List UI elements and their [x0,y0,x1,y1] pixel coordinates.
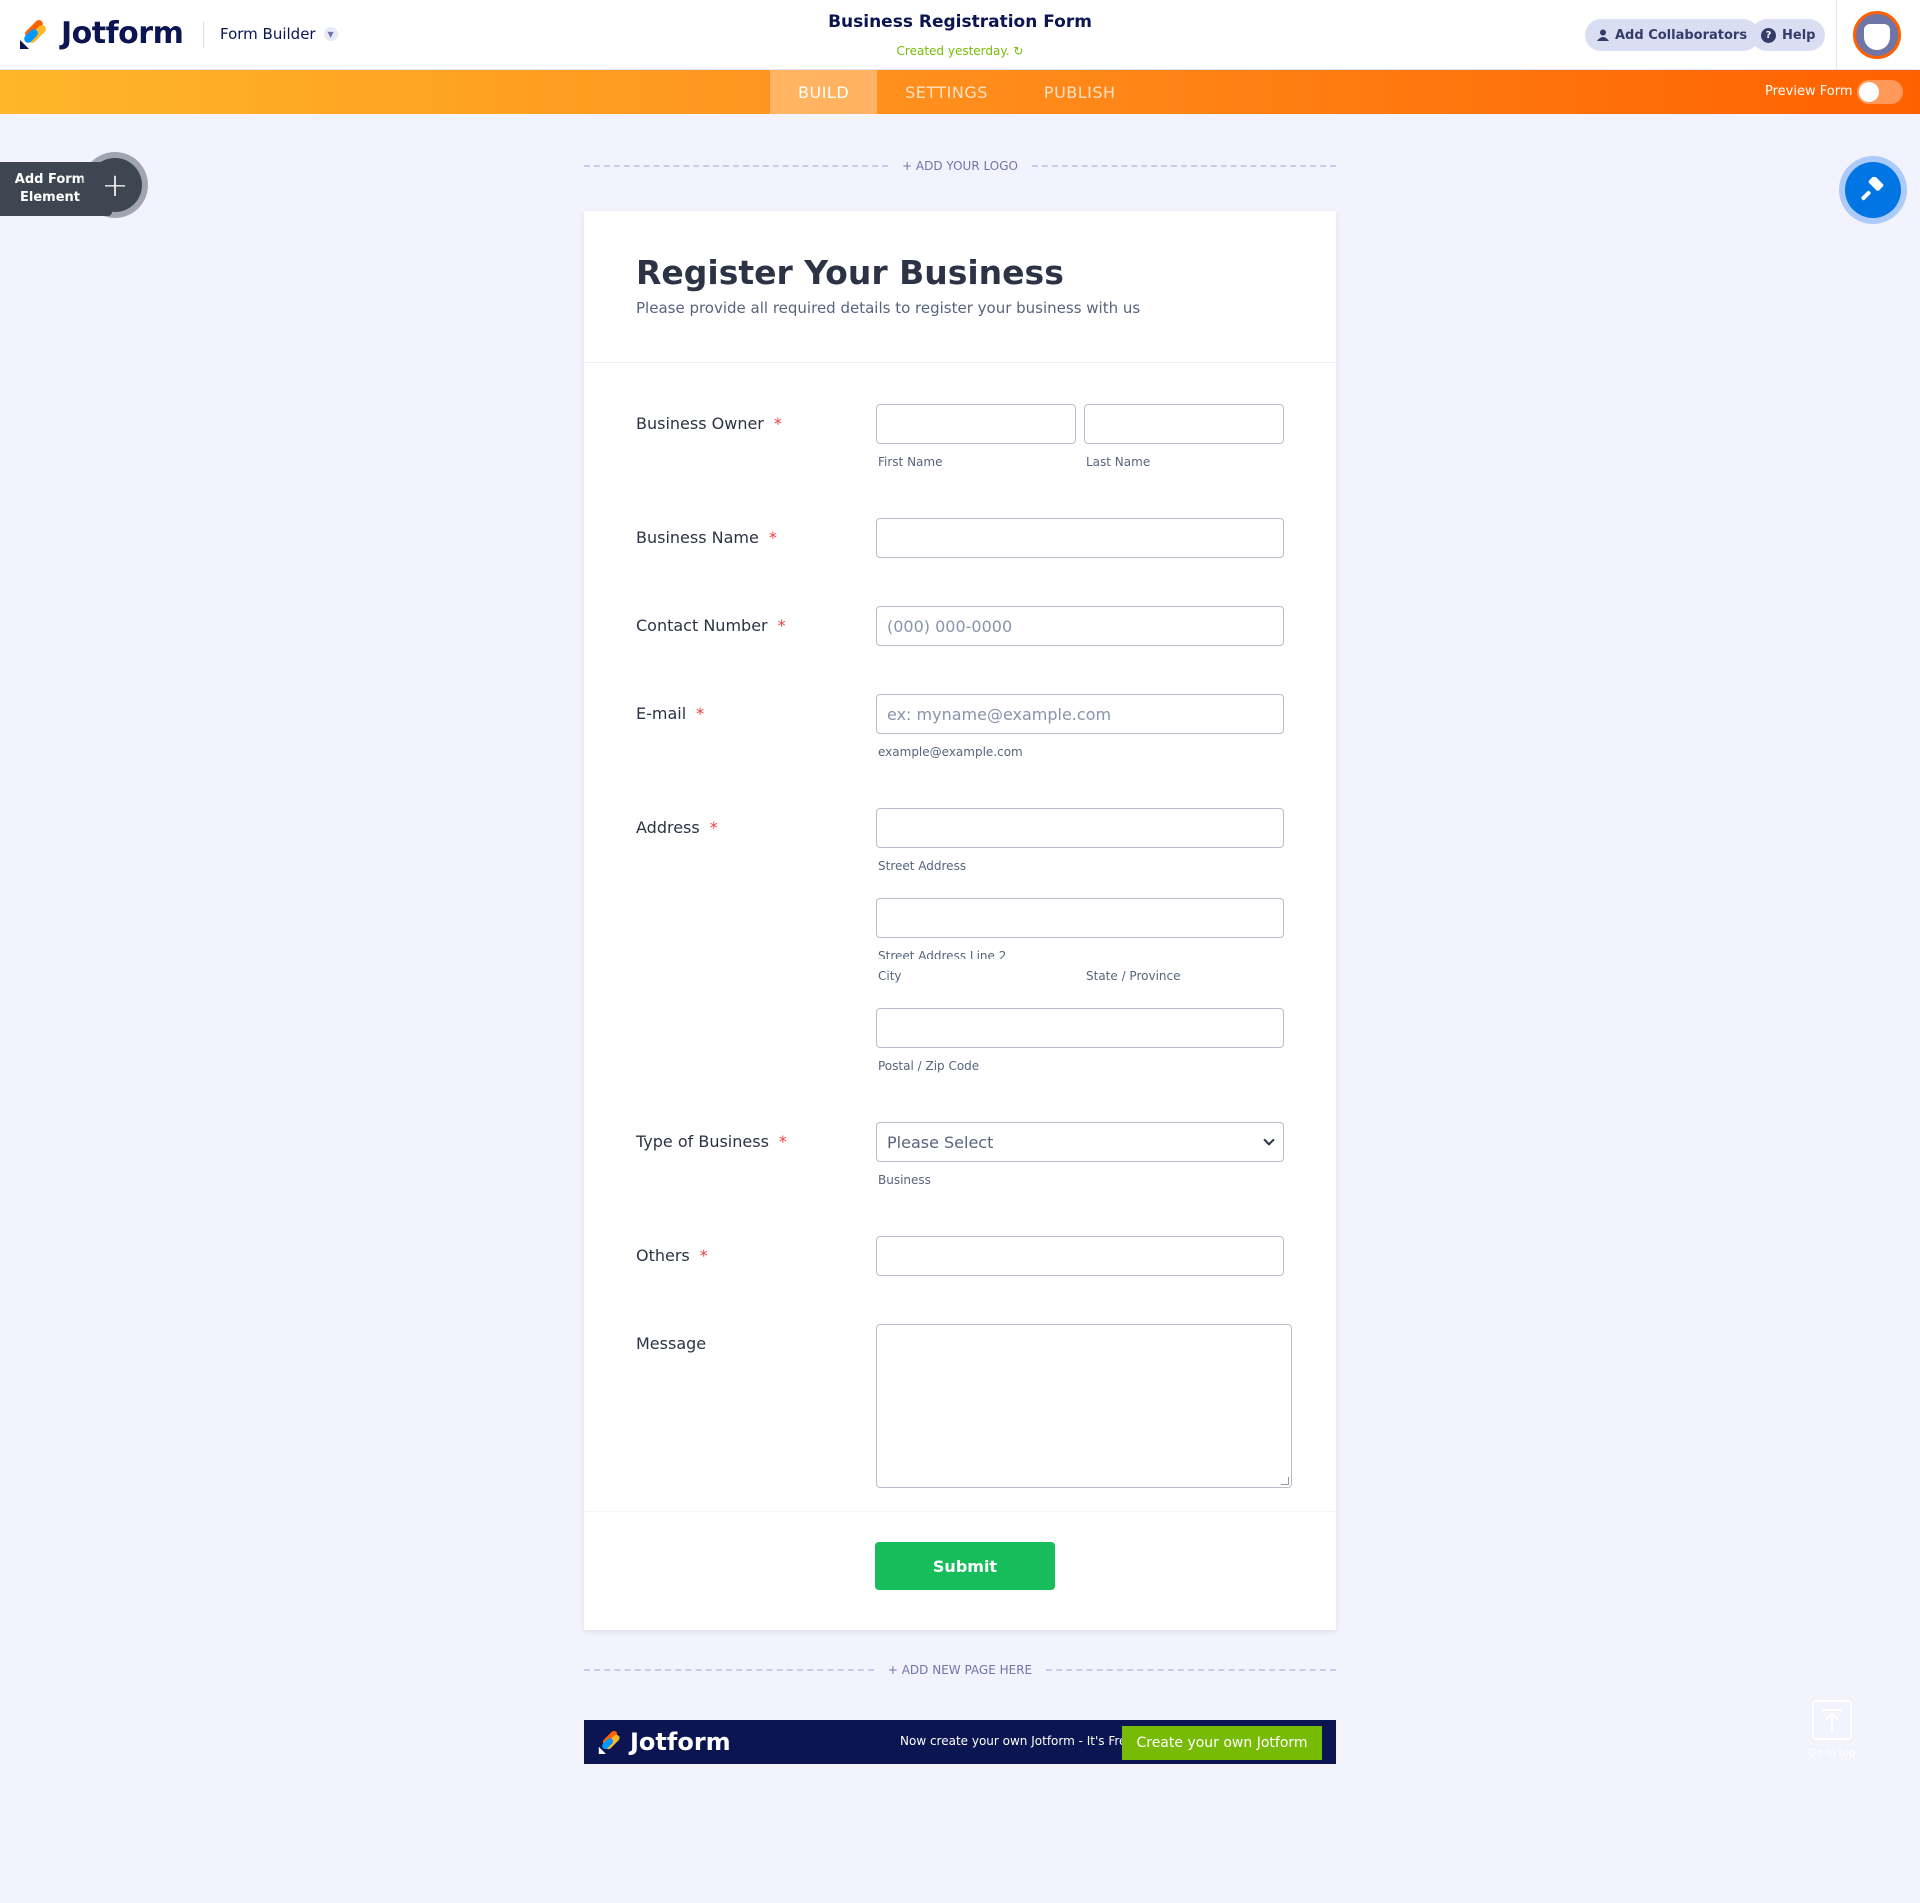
add-page-row: + ADD NEW PAGE HERE [584,1660,1336,1680]
required-asterisk: * [699,1246,708,1265]
required-asterisk: * [709,818,718,837]
postal-code-input[interactable] [876,1008,1284,1048]
add-collaborators-label: Add Collaborators [1615,27,1748,43]
plus-icon: + [88,158,142,212]
business-name-label[interactable]: Business Name * [636,528,777,547]
preview-form-label: Preview Form [1765,84,1853,99]
form-subheading[interactable]: Please provide all required details to r… [636,299,1140,317]
email-sublabel: example@example.com [878,745,1023,759]
business-owner-label[interactable]: Business Owner * [636,414,782,433]
tab-publish[interactable]: PUBLISH [1016,70,1144,114]
banner-brand-name: Jotform [630,1728,731,1756]
address-label-text: Address [636,818,700,837]
form-card: Register Your Business Please provide al… [584,211,1336,1630]
user-icon [1597,29,1609,41]
go-to-top-label: Go to top [1808,1748,1856,1759]
email-label-text: E-mail [636,704,687,723]
address-label[interactable]: Address * [636,818,718,837]
submit-button[interactable]: Submit [875,1542,1055,1590]
contact-number-input[interactable]: (000) 000-0000 [876,606,1284,646]
question-icon: ? [1761,27,1776,43]
add-form-element-label-2: Element [20,190,80,205]
form-heading[interactable]: Register Your Business [636,253,1064,292]
top-header: Jotform Form Builder ▼ Business Registra… [0,0,1920,70]
account-area [1836,0,1920,70]
required-asterisk: * [768,528,777,547]
add-element-circle[interactable]: + [82,152,148,218]
others-label[interactable]: Others * [636,1246,708,1265]
business-type-label[interactable]: Type of Business * [636,1132,787,1151]
required-asterisk: * [777,616,786,635]
banner-text: Now create your own Jotform - It's Free [900,1734,1134,1748]
message-label-text: Message [636,1334,707,1353]
help-button[interactable]: ? Help [1751,19,1826,51]
builder-navbar: BUILD SETTINGS PUBLISH Preview Form [0,70,1920,114]
preview-form-toggle[interactable] [1857,80,1903,104]
city-sublabel: City [878,969,902,983]
message-textarea[interactable] [876,1324,1292,1488]
last-name-input[interactable] [1084,404,1284,444]
message-label[interactable]: Message [636,1334,706,1353]
email-input[interactable]: ex: myname@example.com [876,694,1284,734]
postal-code-sublabel: Postal / Zip Code [878,1059,980,1073]
tab-build[interactable]: BUILD [770,70,878,114]
banner-logo[interactable]: Jotform [598,1728,731,1756]
business-name-input[interactable] [876,518,1284,558]
business-type-select[interactable]: Please Select [876,1122,1284,1162]
jotform-promo-banner: Jotform Now create your own Jotform - It… [584,1720,1336,1764]
email-placeholder: ex: myname@example.com [887,704,1112,724]
add-new-page-link[interactable]: + ADD NEW PAGE HERE [874,1663,1046,1677]
resize-handle-icon[interactable] [1281,1477,1289,1485]
business-owner-label-text: Business Owner [636,414,764,433]
others-input[interactable] [876,1236,1284,1276]
jotform-logo-icon [598,1730,620,1754]
contact-number-label-text: Contact Number [636,616,768,635]
first-name-sublabel: First Name [878,455,943,469]
help-label: Help [1782,27,1816,43]
email-label[interactable]: E-mail * [636,704,704,723]
created-status-text: Created yesterday. [896,44,1010,58]
business-name-label-text: Business Name [636,528,759,547]
business-type-value: Please Select [887,1132,994,1152]
create-jotform-button[interactable]: Create your own Jotform [1122,1726,1322,1760]
business-type-label-text: Type of Business [636,1132,769,1151]
required-asterisk: * [778,1132,787,1151]
add-collaborators-button[interactable]: Add Collaborators [1585,19,1760,51]
form-header[interactable]: Register Your Business Please provide al… [584,211,1336,363]
street-address-2-sublabel: Street Address Line 2 [878,949,1007,959]
chevron-down-icon [1263,1134,1275,1146]
go-to-top-button[interactable] [1812,1700,1852,1740]
contact-number-placeholder: (000) 000-0000 [887,616,1013,636]
dashed-divider [584,165,889,167]
street-address-2-input[interactable] [876,898,1284,938]
paint-roller-icon [1845,162,1901,218]
arrow-up-icon [1822,1709,1842,1732]
add-form-element-label-1: Add Form [14,172,86,187]
dashed-divider [1046,1669,1336,1671]
others-label-text: Others [636,1246,690,1265]
add-logo-link[interactable]: + ADD YOUR LOGO [888,159,1032,173]
street-address-input[interactable] [876,808,1284,848]
add-logo-row: + ADD YOUR LOGO [584,156,1336,176]
last-name-sublabel: Last Name [1086,455,1151,469]
form-designer-button[interactable] [1839,156,1907,224]
avatar-face-icon [1864,24,1890,50]
tab-settings[interactable]: SETTINGS [877,70,1016,114]
dashed-divider [1031,165,1336,167]
required-asterisk: * [696,704,705,723]
street-address-sublabel: Street Address [878,859,967,873]
builder-tabs: BUILD SETTINGS PUBLISH [770,70,1144,114]
business-type-sublabel: Business [878,1173,931,1187]
toggle-knob [1859,82,1879,102]
state-sublabel: State / Province [1086,969,1181,983]
contact-number-label[interactable]: Contact Number * [636,616,786,635]
history-icon: ↻ [1013,44,1024,58]
avatar[interactable] [1853,11,1901,59]
footer-divider [584,1511,1336,1512]
dashed-divider [584,1669,874,1671]
first-name-input[interactable] [876,404,1076,444]
required-asterisk: * [773,414,782,433]
